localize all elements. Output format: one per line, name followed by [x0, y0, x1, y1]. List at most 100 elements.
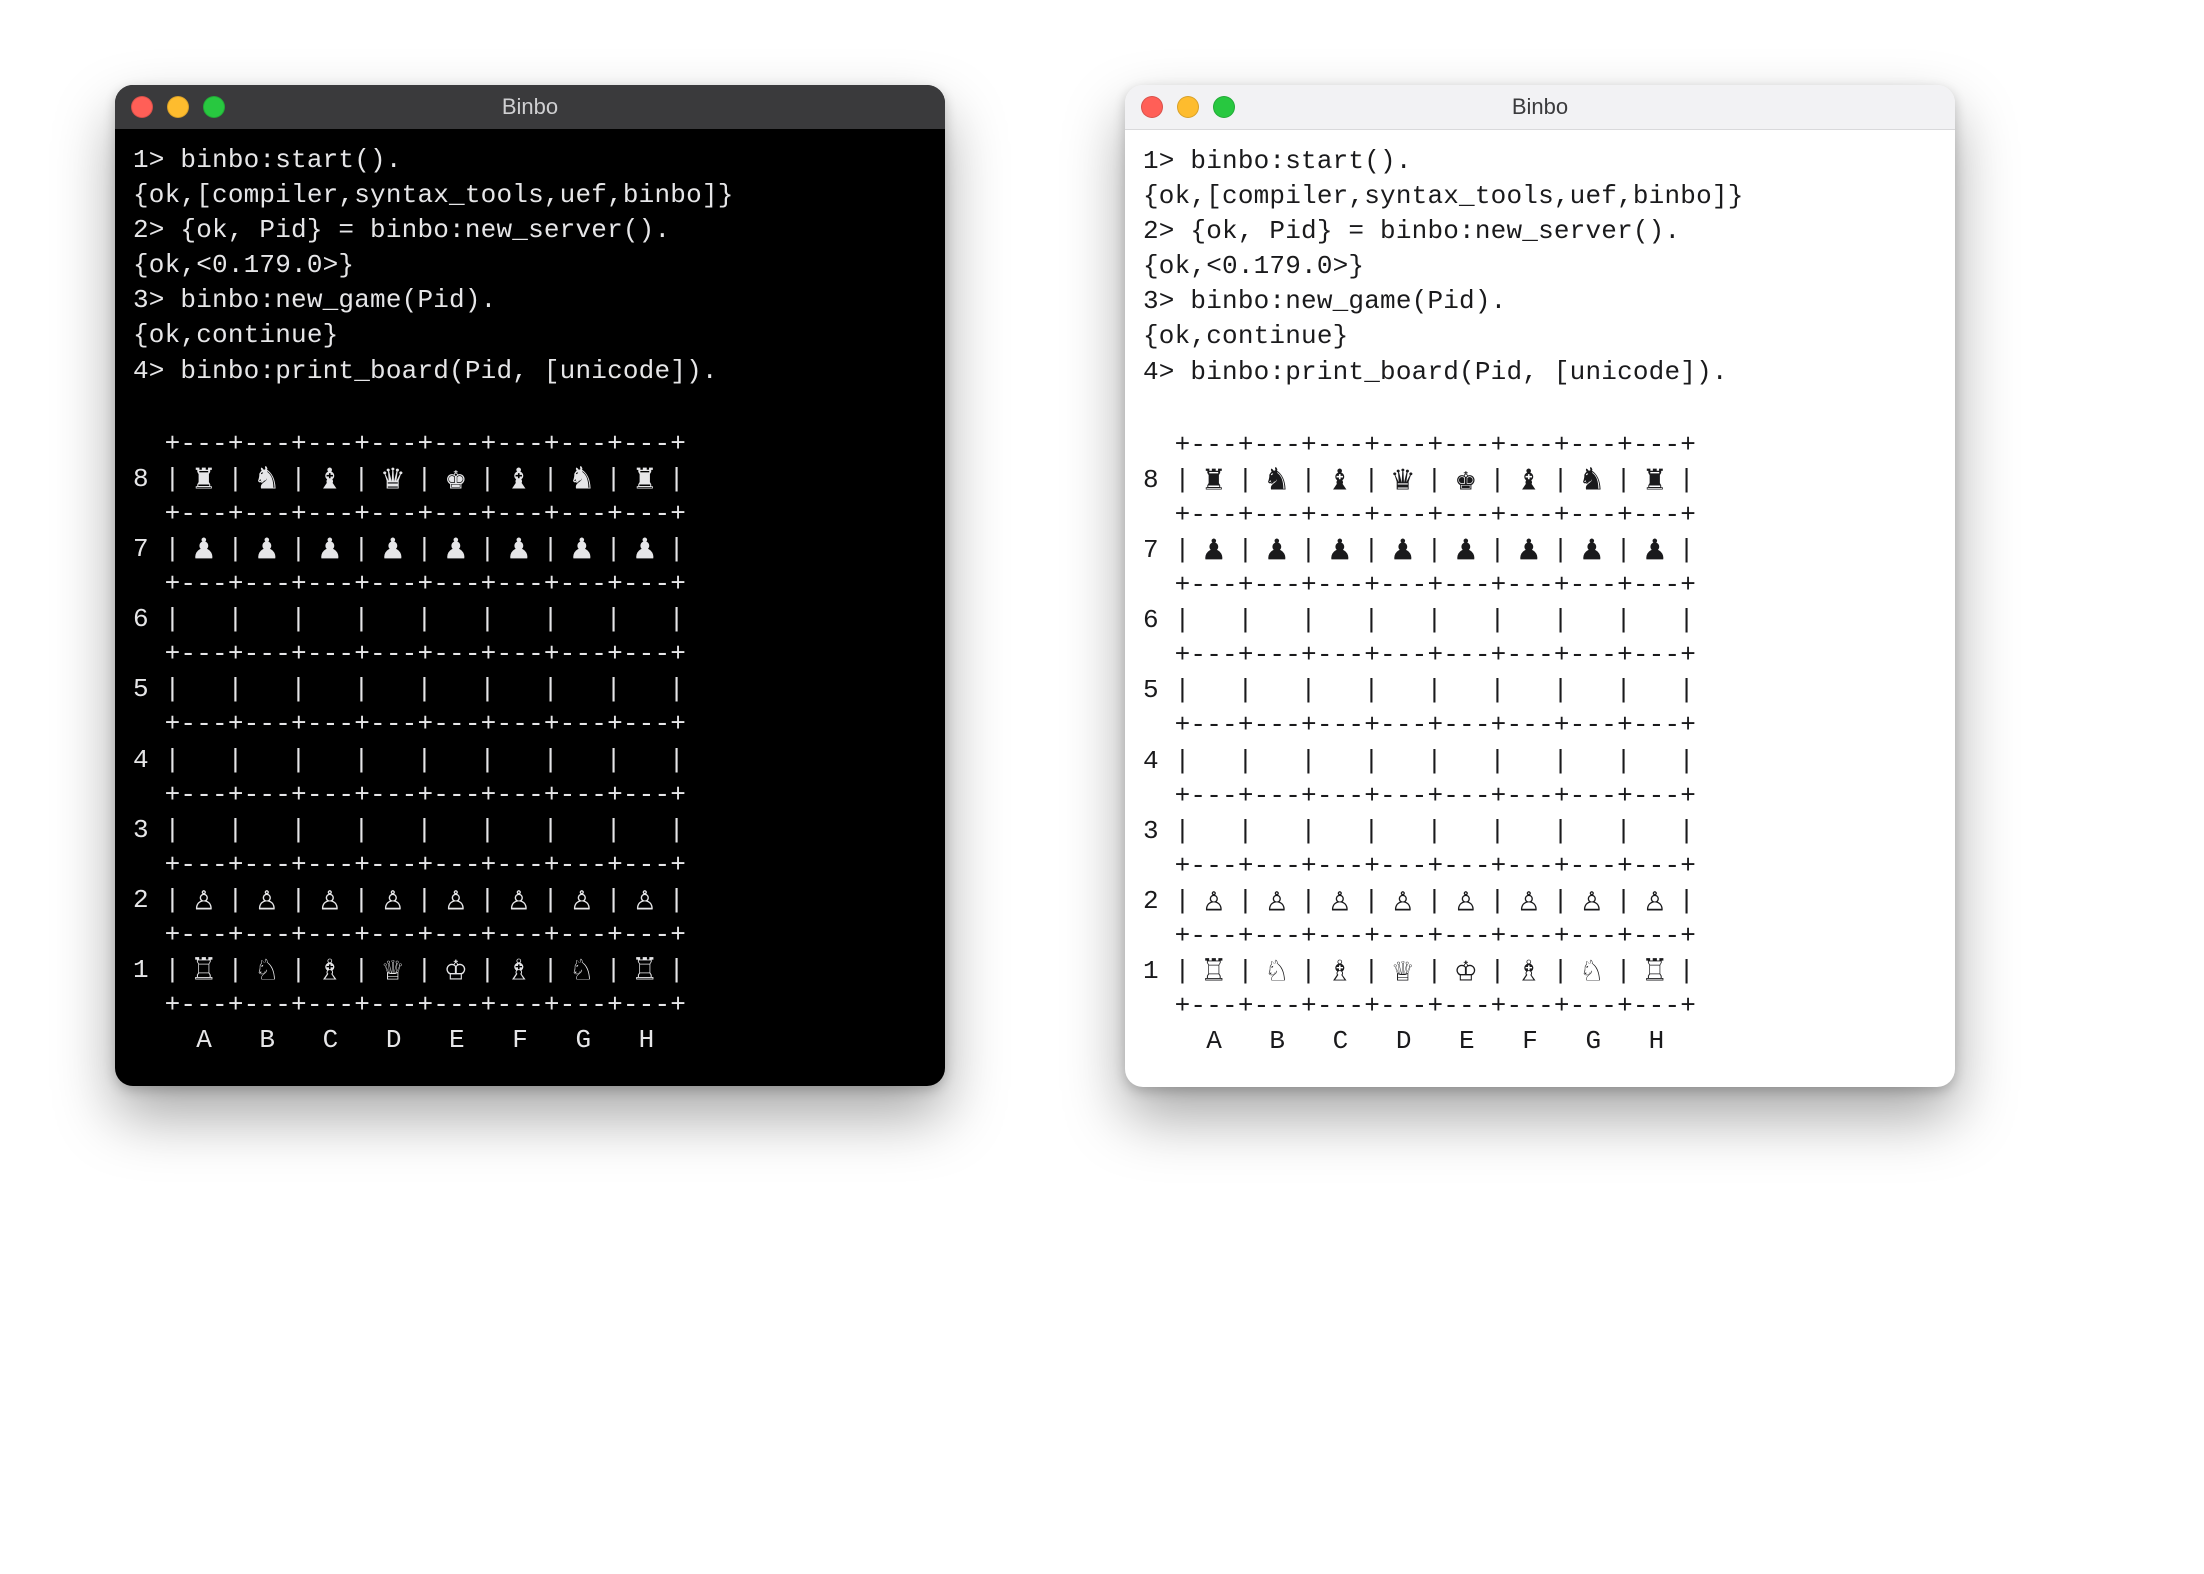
chess-piece [1582, 667, 1603, 714]
board-rank-7: 7 | ♟ | ♟ | ♟ | ♟ | ♟ | ♟ | ♟ | ♟ | [1143, 533, 1937, 568]
chess-piece: ♙ [1330, 878, 1351, 925]
board-rank-4: 4 | | | | | | | | | [133, 743, 927, 778]
maximize-icon[interactable] [1213, 96, 1235, 118]
chess-piece [572, 596, 593, 643]
board-rank-2: 2 | ♙ | ♙ | ♙ | ♙ | ♙ | ♙ | ♙ | ♙ | [133, 883, 927, 918]
chess-piece [635, 596, 656, 643]
board-divider: +---+---+---+---+---+---+---+---+ [1143, 568, 1937, 603]
terminal-output-dark[interactable]: 1> binbo:start(). {ok,[compiler,syntax_t… [115, 129, 945, 423]
chess-piece [257, 596, 278, 643]
traffic-lights [1141, 96, 1235, 118]
chess-piece [1393, 667, 1414, 714]
chess-piece: ♟ [635, 526, 656, 573]
chess-piece: ♔ [446, 947, 467, 994]
chess-piece: ♙ [1393, 878, 1414, 925]
chess-piece [1519, 808, 1540, 855]
board-divider: +---+---+---+---+---+---+---+---+ [133, 988, 927, 1023]
board-rank-2: 2 | ♙ | ♙ | ♙ | ♙ | ♙ | ♙ | ♙ | ♙ | [1143, 884, 1937, 919]
board-files: A B C D E F G H [1143, 1024, 1937, 1059]
chess-piece [1393, 737, 1414, 784]
close-icon[interactable] [1141, 96, 1163, 118]
chess-piece: ♙ [193, 877, 214, 924]
chess-piece [1582, 808, 1603, 855]
chess-piece: ♜ [193, 456, 214, 503]
chess-piece: ♙ [257, 877, 278, 924]
board-divider: +---+---+---+---+---+---+---+---+ [1143, 849, 1937, 884]
chess-piece [572, 807, 593, 854]
chess-piece [1519, 597, 1540, 644]
chess-piece [193, 736, 214, 783]
chess-piece: ♟ [1645, 527, 1666, 574]
chess-piece: ♙ [635, 877, 656, 924]
chess-piece: ♗ [320, 947, 341, 994]
chess-piece [1645, 597, 1666, 644]
chess-piece [1582, 597, 1603, 644]
board-divider: +---+---+---+---+---+---+---+---+ [1143, 638, 1937, 673]
chess-piece [446, 736, 467, 783]
chess-piece: ♝ [1330, 457, 1351, 504]
chess-piece [1203, 737, 1224, 784]
minimize-icon[interactable] [1177, 96, 1199, 118]
chess-piece [1393, 597, 1414, 644]
traffic-lights [131, 96, 225, 118]
chess-piece [1267, 737, 1288, 784]
chess-piece: ♙ [1519, 878, 1540, 925]
chess-piece: ♜ [1203, 457, 1224, 504]
chess-piece: ♟ [383, 526, 404, 573]
chess-piece [320, 736, 341, 783]
board-divider: +---+---+---+---+---+---+---+---+ [133, 918, 927, 953]
chess-piece [1645, 667, 1666, 714]
chess-piece [446, 596, 467, 643]
terminal-output-light[interactable]: 1> binbo:start(). {ok,[compiler,syntax_t… [1125, 130, 1955, 424]
board-files: A B C D E F G H [133, 1023, 927, 1058]
chess-piece [572, 736, 593, 783]
chess-piece: ♝ [1519, 457, 1540, 504]
chess-piece [1267, 597, 1288, 644]
chess-piece [320, 807, 341, 854]
chess-piece: ♗ [509, 947, 530, 994]
titlebar-light[interactable]: Binbo [1125, 85, 1955, 130]
board-rank-1: 1 | ♖ | ♘ | ♗ | ♕ | ♔ | ♗ | ♘ | ♖ | [133, 953, 927, 988]
chess-piece [509, 736, 530, 783]
chess-piece: ♙ [1456, 878, 1477, 925]
chess-piece: ♛ [383, 456, 404, 503]
board-rank-8: 8 | ♜ | ♞ | ♝ | ♛ | ♚ | ♝ | ♞ | ♜ | [133, 462, 927, 497]
chess-piece [1456, 597, 1477, 644]
maximize-icon[interactable] [203, 96, 225, 118]
minimize-icon[interactable] [167, 96, 189, 118]
titlebar-dark[interactable]: Binbo [115, 85, 945, 129]
close-icon[interactable] [131, 96, 153, 118]
terminal-window-light: Binbo 1> binbo:start(). {ok,[compiler,sy… [1125, 85, 1955, 1087]
chess-piece: ♘ [1582, 948, 1603, 995]
chess-piece [509, 596, 530, 643]
chess-piece: ♕ [1393, 948, 1414, 995]
board-divider: +---+---+---+---+---+---+---+---+ [133, 427, 927, 462]
board-divider: +---+---+---+---+---+---+---+---+ [1143, 708, 1937, 743]
chess-piece [383, 596, 404, 643]
chess-piece: ♙ [320, 877, 341, 924]
chess-piece: ♟ [1267, 527, 1288, 574]
chess-piece: ♝ [509, 456, 530, 503]
board-divider: +---+---+---+---+---+---+---+---+ [1143, 989, 1937, 1024]
chess-piece [1203, 808, 1224, 855]
chess-piece: ♙ [1267, 878, 1288, 925]
chess-piece: ♟ [193, 526, 214, 573]
window-title: Binbo [115, 94, 945, 120]
chess-piece [193, 807, 214, 854]
board-divider: +---+---+---+---+---+---+---+---+ [1143, 919, 1937, 954]
chess-piece: ♟ [320, 526, 341, 573]
chess-piece [446, 666, 467, 713]
chess-piece [1267, 667, 1288, 714]
chess-piece [509, 807, 530, 854]
chess-piece: ♟ [1393, 527, 1414, 574]
chess-piece: ♕ [383, 947, 404, 994]
chess-piece [635, 666, 656, 713]
chess-piece: ♟ [1519, 527, 1540, 574]
chess-piece [1203, 667, 1224, 714]
board-divider: +---+---+---+---+---+---+---+---+ [1143, 779, 1937, 814]
board-divider: +---+---+---+---+---+---+---+---+ [133, 707, 927, 742]
chess-piece: ♙ [1645, 878, 1666, 925]
board-rank-3: 3 | | | | | | | | | [1143, 814, 1937, 849]
chess-piece: ♟ [572, 526, 593, 573]
chess-piece: ♘ [572, 947, 593, 994]
